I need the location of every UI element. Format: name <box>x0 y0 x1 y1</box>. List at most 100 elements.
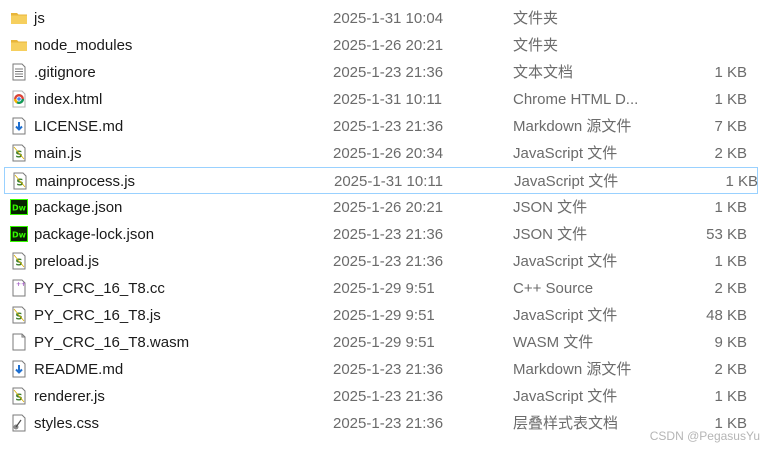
file-size: 1 KB <box>725 173 758 190</box>
file-type: JavaScript 文件 <box>513 145 618 162</box>
file-row-license-md[interactable]: LICENSE.md 2025-1-23 21:36 Markdown 源文件 … <box>0 113 768 140</box>
javascript-file-icon: S <box>10 387 28 405</box>
svg-text:Dw: Dw <box>12 204 27 213</box>
file-row-package-json[interactable]: Dw package.json 2025-1-26 20:21 JSON 文件 … <box>0 194 768 221</box>
file-date-modified: 2025-1-29 9:51 <box>333 334 435 351</box>
file-date-modified: 2025-1-29 9:51 <box>333 307 435 324</box>
file-row-js[interactable]: js 2025-1-31 10:04 文件夹 <box>0 5 768 32</box>
file-type: Chrome HTML D... <box>513 91 639 108</box>
file-type: Markdown 源文件 <box>513 361 632 378</box>
file-name: mainprocess.js <box>35 173 136 190</box>
watermark: CSDN @PegasusYu <box>649 429 760 443</box>
file-date-modified: 2025-1-23 21:36 <box>333 361 444 378</box>
file-date-modified: 2025-1-31 10:11 <box>334 173 443 190</box>
blank-file-icon <box>10 333 28 351</box>
file-type: Markdown 源文件 <box>513 118 632 135</box>
file-name: node_modules <box>34 37 133 54</box>
file-date-modified: 2025-1-26 20:21 <box>333 199 444 216</box>
file-type: JavaScript 文件 <box>514 173 619 190</box>
chrome-html-icon <box>10 90 28 108</box>
folder-icon <box>10 36 28 54</box>
file-row-renderer-js[interactable]: S renderer.js 2025-1-23 21:36 JavaScript… <box>0 383 768 410</box>
file-list: js 2025-1-31 10:04 文件夹 node_modules 2025… <box>0 5 768 437</box>
svg-text:S: S <box>15 393 22 404</box>
file-row-py-crc-js[interactable]: S PY_CRC_16_T8.js 2025-1-29 9:51 JavaScr… <box>0 302 768 329</box>
file-row-package-lock-json[interactable]: Dw package-lock.json 2025-1-23 21:36 JSO… <box>0 221 768 248</box>
dreamweaver-json-icon: Dw <box>10 225 28 243</box>
file-row-node-modules[interactable]: node_modules 2025-1-26 20:21 文件夹 <box>0 32 768 59</box>
file-type: C++ Source <box>513 280 594 297</box>
file-size: 1 KB <box>714 199 747 216</box>
javascript-file-icon: S <box>10 144 28 162</box>
file-name: PY_CRC_16_T8.js <box>34 307 161 324</box>
dreamweaver-json-icon: Dw <box>10 198 28 216</box>
file-type: 层叠样式表文档 <box>513 415 619 432</box>
file-name: .gitignore <box>34 64 96 81</box>
file-row-mainprocess-js[interactable]: S mainprocess.js 2025-1-31 10:11 JavaScr… <box>4 167 758 194</box>
file-size: 2 KB <box>714 145 747 162</box>
javascript-file-icon: S <box>11 172 29 190</box>
file-row-py-crc-wasm[interactable]: PY_CRC_16_T8.wasm 2025-1-29 9:51 WASM 文件… <box>0 329 768 356</box>
file-date-modified: 2025-1-23 21:36 <box>333 415 444 432</box>
file-size: 1 KB <box>714 388 747 405</box>
file-date-modified: 2025-1-26 20:21 <box>333 37 444 54</box>
file-type: JSON 文件 <box>513 226 588 243</box>
file-name: PY_CRC_16_T8.wasm <box>34 334 190 351</box>
file-size: 1 KB <box>714 91 747 108</box>
file-size: 2 KB <box>714 280 747 297</box>
file-name: index.html <box>34 91 103 108</box>
file-type: WASM 文件 <box>513 334 594 351</box>
file-size: 9 KB <box>714 334 747 351</box>
file-name: main.js <box>34 145 82 162</box>
svg-text:Dw: Dw <box>12 231 27 240</box>
file-type: JavaScript 文件 <box>513 253 618 270</box>
file-date-modified: 2025-1-23 21:36 <box>333 226 444 243</box>
file-size: 48 KB <box>706 307 747 324</box>
file-date-modified: 2025-1-23 21:36 <box>333 253 444 270</box>
file-type: 文件夹 <box>513 10 559 27</box>
folder-icon <box>10 9 28 27</box>
file-type: 文件夹 <box>513 37 559 54</box>
file-size: 53 KB <box>706 226 747 243</box>
file-name: LICENSE.md <box>34 118 124 135</box>
svg-text:S: S <box>15 258 22 269</box>
file-date-modified: 2025-1-29 9:51 <box>333 280 435 297</box>
file-size: 1 KB <box>714 253 747 270</box>
svg-text:S: S <box>15 150 22 161</box>
file-row-py-crc-cc[interactable]: ++ PY_CRC_16_T8.cc 2025-1-29 9:51 C++ So… <box>0 275 768 302</box>
file-date-modified: 2025-1-23 21:36 <box>333 64 444 81</box>
file-name: js <box>34 10 45 27</box>
svg-text:++: ++ <box>16 281 26 288</box>
file-row-index-html[interactable]: index.html 2025-1-31 10:11 Chrome HTML D… <box>0 86 768 113</box>
file-row-main-js[interactable]: S main.js 2025-1-26 20:34 JavaScript 文件 … <box>0 140 768 167</box>
file-size: 7 KB <box>714 118 747 135</box>
file-name: styles.css <box>34 415 100 432</box>
file-date-modified: 2025-1-23 21:36 <box>333 388 444 405</box>
file-type: JSON 文件 <box>513 199 588 216</box>
file-row-readme-md[interactable]: README.md 2025-1-23 21:36 Markdown 源文件 2… <box>0 356 768 383</box>
file-date-modified: 2025-1-31 10:11 <box>333 91 442 108</box>
file-name: renderer.js <box>34 388 105 405</box>
file-type: JavaScript 文件 <box>513 307 618 324</box>
markdown-file-icon <box>10 360 28 378</box>
file-date-modified: 2025-1-31 10:04 <box>333 10 444 27</box>
file-row-gitignore[interactable]: .gitignore 2025-1-23 21:36 文本文档 1 KB <box>0 59 768 86</box>
file-size: 1 KB <box>714 64 747 81</box>
javascript-file-icon: S <box>10 252 28 270</box>
file-type: 文本文档 <box>513 64 574 81</box>
file-name: preload.js <box>34 253 100 270</box>
file-name: PY_CRC_16_T8.cc <box>34 280 165 297</box>
text-document-icon <box>10 63 28 81</box>
file-name: README.md <box>34 361 124 378</box>
file-size: 2 KB <box>714 361 747 378</box>
javascript-file-icon: S <box>10 306 28 324</box>
file-type: JavaScript 文件 <box>513 388 618 405</box>
svg-text:S: S <box>15 312 22 323</box>
css-file-icon <box>10 414 28 432</box>
file-row-preload-js[interactable]: S preload.js 2025-1-23 21:36 JavaScript … <box>0 248 768 275</box>
svg-text:S: S <box>16 178 23 189</box>
markdown-file-icon <box>10 117 28 135</box>
cpp-source-icon: ++ <box>10 279 28 297</box>
file-date-modified: 2025-1-23 21:36 <box>333 118 444 135</box>
file-name: package-lock.json <box>34 226 155 243</box>
